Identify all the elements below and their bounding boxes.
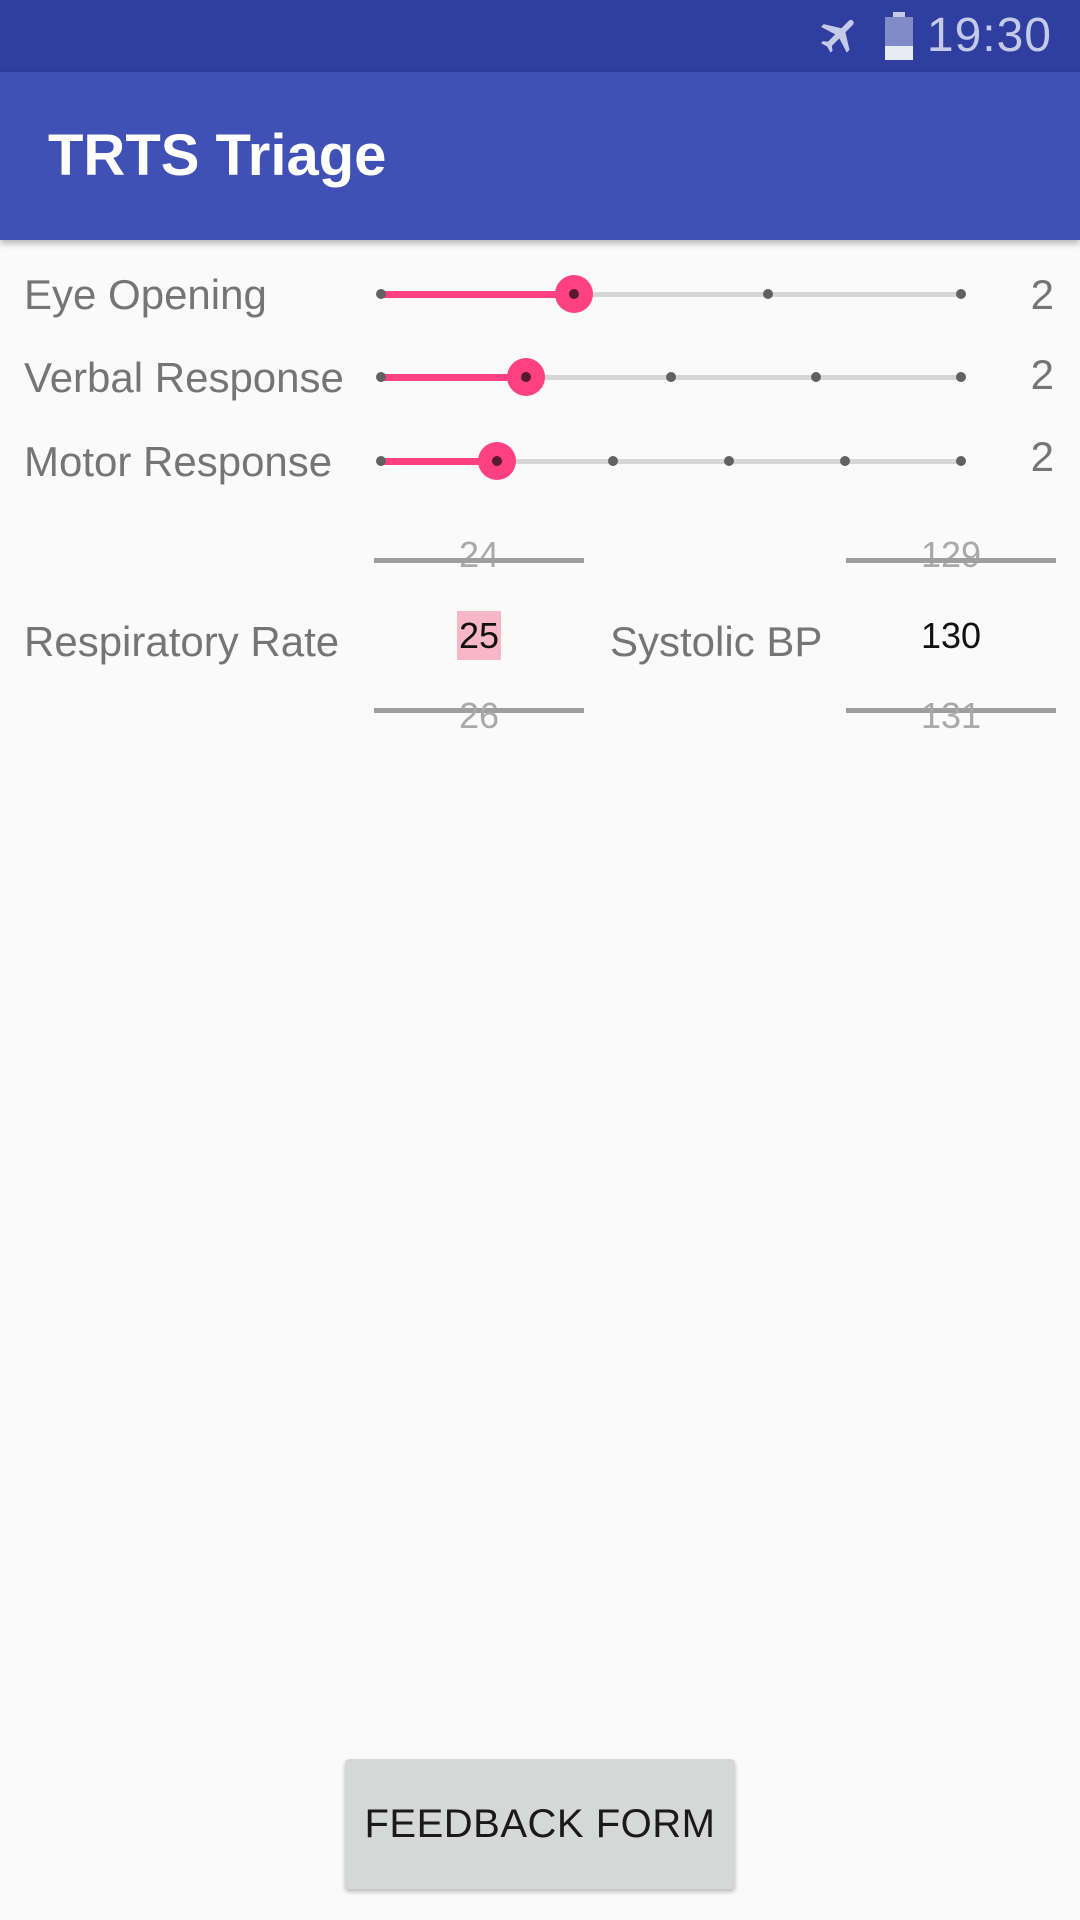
status-bar: 19:30 [0, 0, 1080, 72]
slider-tick [608, 456, 618, 466]
feedback-form-button[interactable]: FEEDBACK FORM [345, 1759, 735, 1889]
slider-tick [956, 372, 966, 382]
feedback-form-label: FEEDBACK FORM [364, 1801, 716, 1846]
respiratory-next-value[interactable]: 26 [374, 696, 584, 736]
airplane-icon [821, 19, 854, 53]
slider-fill [381, 374, 526, 381]
motor-response-slider[interactable] [376, 441, 966, 481]
slider-thumb[interactable] [478, 442, 516, 480]
eye-opening-label: Eye Opening [24, 271, 267, 318]
respiratory-prev-value[interactable]: 24 [374, 535, 584, 575]
slider-thumb[interactable] [507, 358, 545, 396]
slider-tick [666, 372, 676, 382]
slider-tick [811, 372, 821, 382]
verbal-response-slider[interactable] [376, 357, 966, 397]
slider-thumb[interactable] [555, 275, 594, 313]
slider-tick [376, 289, 386, 299]
slider-tick [956, 289, 966, 299]
verbal-response-label: Verbal Response [24, 354, 344, 401]
slider-fill [381, 291, 575, 298]
app-bar: TRTS Triage [0, 72, 1080, 240]
picker-divider [846, 558, 1056, 563]
systolic-current-value[interactable]: 130 [846, 616, 1056, 656]
systolic-next-value[interactable]: 131 [846, 696, 1056, 736]
slider-tick [724, 456, 734, 466]
slider-tick [956, 456, 966, 466]
app-title: TRTS Triage [48, 123, 387, 188]
battery-icon [885, 12, 913, 60]
systolic-prev-value[interactable]: 129 [846, 535, 1056, 575]
slider-tick [376, 456, 386, 466]
eye-opening-slider[interactable] [376, 274, 966, 314]
slider-tick [376, 372, 386, 382]
respiratory-current-value[interactable]: 25 [374, 611, 584, 660]
respiratory-rate-label: Respiratory Rate [24, 618, 340, 665]
slider-tick [840, 456, 850, 466]
respiratory-current-text[interactable]: 25 [456, 611, 502, 660]
systolic-bp-label: Systolic BP [610, 618, 823, 665]
status-time: 19:30 [926, 9, 1052, 62]
motor-response-label: Motor Response [24, 438, 333, 485]
motor-response-value: 2 [1030, 433, 1054, 480]
picker-divider [374, 558, 584, 563]
verbal-response-value: 2 [1030, 351, 1054, 398]
eye-opening-value: 2 [1030, 271, 1054, 318]
slider-tick [762, 289, 773, 299]
